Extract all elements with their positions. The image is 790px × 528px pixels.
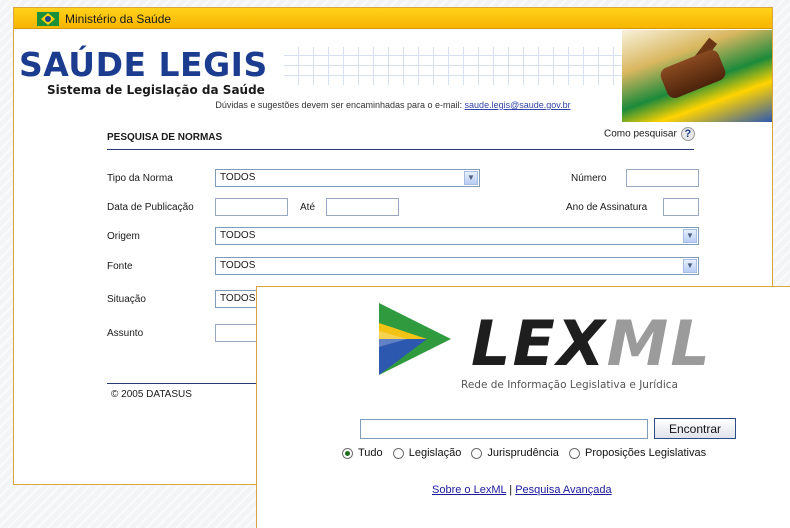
tipo-norma-select[interactable]: TODOS ▼ xyxy=(215,169,480,187)
radio-label: Proposições Legislativas xyxy=(585,447,707,459)
pesquisa-avancada-link[interactable]: Pesquisa Avançada xyxy=(515,484,611,496)
ano-assinatura-label: Ano de Assinatura xyxy=(566,202,648,213)
numero-label: Número xyxy=(571,173,607,184)
chevron-down-icon[interactable]: ▼ xyxy=(683,229,697,243)
radio-label: Tudo xyxy=(358,447,383,459)
origem-value: TODOS xyxy=(220,230,256,241)
lexml-tagline: Rede de Informação Legislativa e Jurídic… xyxy=(461,379,678,391)
contact-line: Dúvidas e sugestões devem ser encaminhad… xyxy=(14,100,772,110)
government-bar: Ministério da Saúde xyxy=(14,8,772,29)
chevron-down-icon[interactable]: ▼ xyxy=(683,259,697,273)
fonte-select[interactable]: TODOS ▼ xyxy=(215,257,699,275)
radio-unchecked-icon[interactable] xyxy=(471,447,483,459)
link-separator: | xyxy=(509,484,513,496)
contact-text: Dúvidas e sugestões devem ser encaminhad… xyxy=(215,100,463,110)
numero-input[interactable] xyxy=(626,169,699,187)
lexml-window: LEXML Rede de Informação Legislativa e J… xyxy=(256,286,790,528)
fonte-label: Fonte xyxy=(107,261,133,272)
lexml-search-input[interactable] xyxy=(360,419,648,439)
form-title: PESQUISA DE NORMAS xyxy=(107,132,223,143)
tipo-norma-label: Tipo da Norma xyxy=(107,173,173,184)
fonte-value: TODOS xyxy=(220,260,256,271)
help-icon[interactable]: ? xyxy=(680,127,695,141)
contact-email-link[interactable]: saude.legis@saude.gov.br xyxy=(465,100,571,110)
origem-select[interactable]: TODOS ▼ xyxy=(215,227,699,245)
header-pattern xyxy=(284,47,624,85)
data-publicacao-label: Data de Publicação xyxy=(107,202,194,213)
search-scope-radio-group: Tudo Legislação Jurisprudência Proposiçõ… xyxy=(342,447,713,462)
radio-legislacao[interactable]: Legislação xyxy=(392,447,462,459)
radio-label: Jurisprudência xyxy=(487,447,559,459)
lexml-logo-icon xyxy=(379,303,451,375)
encontrar-button[interactable]: Encontrar xyxy=(654,418,736,439)
radio-label: Legislação xyxy=(408,447,462,459)
assunto-label: Assunto xyxy=(107,328,144,339)
radio-checked-icon[interactable] xyxy=(342,447,353,459)
situacao-value: TODOS xyxy=(220,293,256,304)
lexml-logo-wordmark: LEXML xyxy=(471,309,712,379)
form-title-divider xyxy=(107,149,694,150)
brazil-flag-icon xyxy=(37,12,59,26)
site-header: SAÚDE LEGIS Sistema de Legislação da Saú… xyxy=(14,30,772,122)
radio-proposicoes[interactable]: Proposições Legislativas xyxy=(569,447,706,459)
ano-assinatura-input[interactable] xyxy=(663,198,699,216)
lexml-logo-lex: LEX xyxy=(471,307,607,380)
sobre-lexml-link[interactable]: Sobre o LexML xyxy=(432,484,506,496)
site-logo-subtitle: Sistema de Legislação da Saúde xyxy=(47,83,265,97)
radio-unchecked-icon[interactable] xyxy=(569,447,580,459)
help-label[interactable]: Como pesquisar xyxy=(604,129,677,140)
origem-label: Origem xyxy=(107,231,140,242)
lexml-logo-ml: ML xyxy=(606,307,712,380)
footer-copyright: © 2005 DATASUS xyxy=(111,389,192,400)
radio-jurisprudencia[interactable]: Jurisprudência xyxy=(471,447,559,459)
situacao-label: Situação xyxy=(107,294,146,305)
help-link[interactable]: Como pesquisar? xyxy=(604,127,695,141)
radio-tudo[interactable]: Tudo xyxy=(342,447,383,459)
chevron-down-icon[interactable]: ▼ xyxy=(464,171,478,185)
tipo-norma-value: TODOS xyxy=(220,172,256,183)
ate-label: Até xyxy=(300,202,316,213)
site-logo-title: SAÚDE LEGIS xyxy=(19,45,268,84)
data-inicio-input[interactable] xyxy=(215,198,288,216)
data-fim-input[interactable] xyxy=(326,198,399,216)
ministry-title: Ministério da Saúde xyxy=(65,12,172,26)
radio-unchecked-icon[interactable] xyxy=(392,447,404,459)
lexml-footer-links: Sobre o LexML | Pesquisa Avançada xyxy=(432,484,612,496)
